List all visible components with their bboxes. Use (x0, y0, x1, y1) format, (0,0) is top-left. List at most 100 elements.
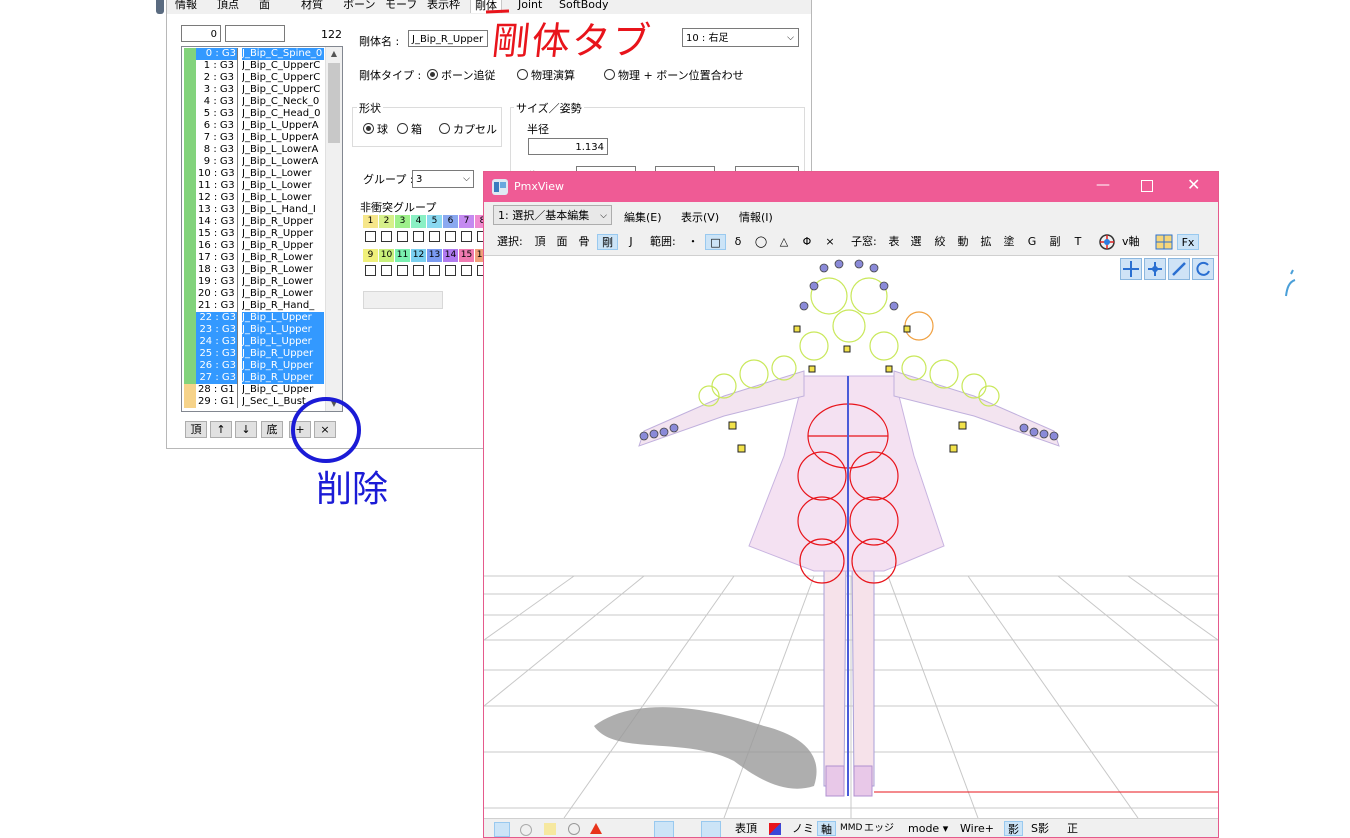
shape-capsule[interactable]: カプセル (439, 121, 497, 137)
nocollide-checkbox[interactable] (397, 265, 408, 276)
bone-select[interactable]: 10 : 右足 ⌵ (682, 28, 799, 47)
bottom-ortho-toggle[interactable]: 正 (1067, 821, 1078, 836)
list-item[interactable]: 16 : G3 J_Bip_R_Upper (182, 240, 324, 252)
nocollide-checkbox[interactable] (429, 231, 440, 242)
tab-morph[interactable]: モーフ (385, 0, 417, 12)
axis-gizmo-icon[interactable] (1098, 233, 1116, 251)
list-item[interactable]: 22 : G3 J_Bip_L_Upper (182, 312, 324, 324)
nocollide-checkbox[interactable] (445, 265, 456, 276)
tab-info[interactable]: 情報 (175, 0, 197, 12)
range-rect[interactable]: □ (705, 234, 726, 250)
child-select[interactable]: 選 (909, 234, 923, 250)
list-item[interactable]: 12 : G3 J_Bip_L_Lower (182, 192, 324, 204)
view-point-icon[interactable] (520, 824, 532, 836)
zoom-view-icon[interactable] (1168, 258, 1190, 280)
nocollide-checkbox[interactable] (381, 265, 392, 276)
bottom-shadow-toggle[interactable]: 影 (1004, 821, 1023, 836)
list-item[interactable]: 26 : G3 J_Bip_R_Upper (182, 360, 324, 372)
bottom-axis-toggle[interactable]: 軸 (817, 821, 836, 836)
nocollide-checkbox[interactable] (413, 231, 424, 242)
bottom-wire-toggle[interactable]: Wire+ (960, 821, 994, 836)
view-bone-icon[interactable] (701, 821, 721, 837)
tab-softbody[interactable]: SoftBody (559, 0, 608, 12)
type-physics[interactable]: 物理演算 (517, 67, 575, 83)
body-name-field[interactable]: J_Bip_R_Upper (408, 30, 488, 47)
list-item[interactable]: 8 : G3 J_Bip_L_LowerA (182, 144, 324, 156)
view-circle-icon[interactable] (568, 823, 580, 835)
select-bone-toggle[interactable]: 骨 (577, 234, 591, 250)
child-sub[interactable]: 副 (1048, 234, 1062, 250)
list-item[interactable]: 24 : G3 J_Bip_L_Upper (182, 336, 324, 348)
tab-joint[interactable]: Joint (518, 0, 542, 12)
view-green-icon[interactable] (654, 821, 674, 837)
bottom-mode-dropdown[interactable]: mode ▾ (908, 821, 948, 836)
move-bottom-button[interactable]: 底 (261, 421, 283, 438)
child-paint[interactable]: 塗 (1002, 234, 1016, 250)
nocollide-checkbox[interactable] (461, 231, 472, 242)
list-item[interactable]: 23 : G3 J_Bip_L_Upper (182, 324, 324, 336)
list-scrollbar[interactable]: ▲ ▼ (325, 47, 342, 411)
list-item[interactable]: 5 : G3 J_Bip_C_Head_0 (182, 108, 324, 120)
nocollide-checkbox[interactable] (381, 231, 392, 242)
move-up-button[interactable]: ↑ (210, 421, 232, 438)
shape-sphere[interactable]: 球 (363, 121, 388, 137)
list-item[interactable]: 2 : G3 J_Bip_C_UpperC (182, 72, 324, 84)
child-move[interactable]: 動 (956, 234, 970, 250)
type-follow-bone[interactable]: ボーン追従 (427, 67, 495, 83)
child-t[interactable]: T (1071, 234, 1085, 250)
radius-field[interactable]: 1.134 (528, 138, 608, 155)
maximize-icon[interactable] (1141, 180, 1153, 192)
list-item[interactable]: 18 : G3 J_Bip_R_Lower (182, 264, 324, 276)
shape-box[interactable]: 箱 (397, 121, 422, 137)
range-circle[interactable]: ◯ (754, 234, 768, 250)
nocollide-checkbox[interactable] (365, 231, 376, 242)
minimize-icon[interactable]: — (1096, 177, 1110, 193)
view-wire-icon[interactable] (544, 823, 556, 835)
child-group[interactable]: G (1025, 234, 1039, 250)
close-icon[interactable]: ✕ (1187, 175, 1200, 194)
v-axis-toggle[interactable]: v軸 (1122, 234, 1140, 250)
list-item[interactable]: 27 : G3 J_Bip_R_Upper (182, 372, 324, 384)
list-item[interactable]: 15 : G3 J_Bip_R_Upper (182, 228, 324, 240)
view-triangle-icon[interactable] (590, 823, 602, 834)
bottom-vertex-toggle[interactable]: 表頂 (735, 821, 757, 836)
move-down-button[interactable]: ↓ (235, 421, 257, 438)
move-view-icon[interactable] (1120, 258, 1142, 280)
bottom-edge-toggle[interactable]: エッジ (864, 821, 894, 836)
list-item[interactable]: 17 : G3 J_Bip_R_Lower (182, 252, 324, 264)
list-item[interactable]: 25 : G3 J_Bip_R_Upper (182, 348, 324, 360)
list-item[interactable]: 4 : G3 J_Bip_C_Neck_0 (182, 96, 324, 108)
fx-toggle[interactable]: Fx (1177, 234, 1199, 250)
nocollide-checkbox[interactable] (445, 231, 456, 242)
menu-edit[interactable]: 編集(E) (624, 209, 662, 225)
nocollide-checkbox[interactable] (365, 265, 376, 276)
move-top-button[interactable]: 頂 (185, 421, 207, 438)
3d-viewport[interactable] (484, 256, 1218, 818)
scroll-thumb[interactable] (328, 63, 340, 143)
scroll-up-icon[interactable]: ▲ (326, 47, 342, 61)
list-item[interactable]: 1 : G3 J_Bip_C_UpperC (182, 60, 324, 72)
bottom-selfshadow-toggle[interactable]: S影 (1031, 821, 1049, 836)
menu-view[interactable]: 表示(V) (681, 209, 719, 225)
list-item[interactable]: 13 : G3 J_Bip_L_Hand_I (182, 204, 324, 216)
list-item[interactable]: 7 : G3 J_Bip_L_UpperA (182, 132, 324, 144)
range-delta[interactable]: δ (731, 234, 745, 250)
select-vertex-toggle[interactable]: 頂 (533, 234, 547, 250)
type-physics-bone[interactable]: 物理 + ボーン位置合わせ (604, 67, 744, 83)
range-clear[interactable]: × (823, 234, 837, 250)
list-item[interactable]: 9 : G3 J_Bip_L_LowerA (182, 156, 324, 168)
rigidbody-list[interactable]: 0 : G3 J_Bip_C_Spine_0 1 : G3 J_Bip_C_Upper… (181, 46, 343, 412)
tab-vertex[interactable]: 頂点 (217, 0, 239, 12)
view-mode-icon[interactable] (494, 822, 510, 837)
list-item[interactable]: 11 : G3 J_Bip_L_Lower (182, 180, 324, 192)
list-item[interactable]: 3 : G3 J_Bip_C_UpperC (182, 84, 324, 96)
tab-material[interactable]: 材質 (301, 0, 323, 12)
nocollide-all-button[interactable] (363, 291, 443, 309)
range-phi[interactable]: Φ (800, 234, 814, 250)
bottom-nomi-toggle[interactable]: ノミ (792, 821, 814, 836)
pan-view-icon[interactable] (1144, 258, 1166, 280)
nocollide-checkbox[interactable] (429, 265, 440, 276)
list-item[interactable]: 6 : G3 J_Bip_L_UpperA (182, 120, 324, 132)
color-icon[interactable] (769, 823, 781, 835)
menu-info[interactable]: 情報(I) (739, 209, 773, 225)
